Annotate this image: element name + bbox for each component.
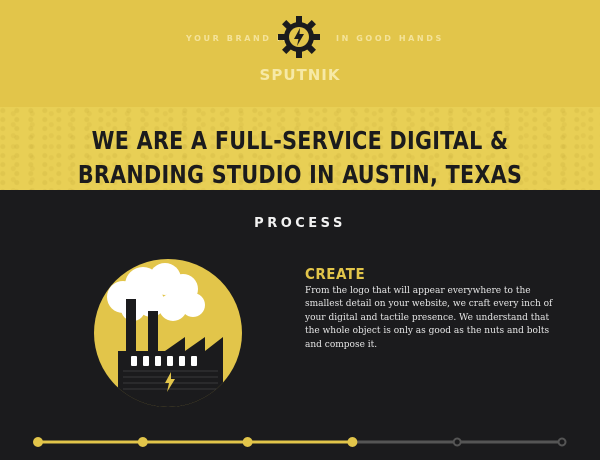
headline-line-2: BRANDING STUDIO IN AUSTIN, TEXAS xyxy=(77,160,523,189)
headline-line-1: WE ARE A FULL-SERVICE DIGITAL & xyxy=(91,126,509,155)
process-title: PROCESS xyxy=(254,216,346,231)
brand-name[interactable]: SPUTNIK xyxy=(0,66,600,84)
step-title: CREATE xyxy=(305,265,366,283)
gear-lightning-icon[interactable] xyxy=(276,14,322,60)
hero-section: YOUR BRAND IS IN GOOD HANDS SPUTNIK WE A… xyxy=(0,0,600,190)
hero-headline: WE ARE A FULL-SERVICE DIGITAL & BRANDING… xyxy=(24,124,576,192)
factory-icon xyxy=(94,259,242,407)
timeline-step-5[interactable] xyxy=(452,437,462,447)
timeline-step-4[interactable] xyxy=(347,437,358,447)
timeline-step-6[interactable] xyxy=(557,437,567,447)
tagline-right: IN GOOD HANDS xyxy=(336,34,444,43)
process-timeline[interactable] xyxy=(30,434,570,450)
step-description: From the logo that will appear everywher… xyxy=(305,286,553,350)
timeline-step-1[interactable] xyxy=(33,437,43,447)
timeline-step-2[interactable] xyxy=(137,437,148,447)
timeline-step-3[interactable] xyxy=(242,437,253,447)
